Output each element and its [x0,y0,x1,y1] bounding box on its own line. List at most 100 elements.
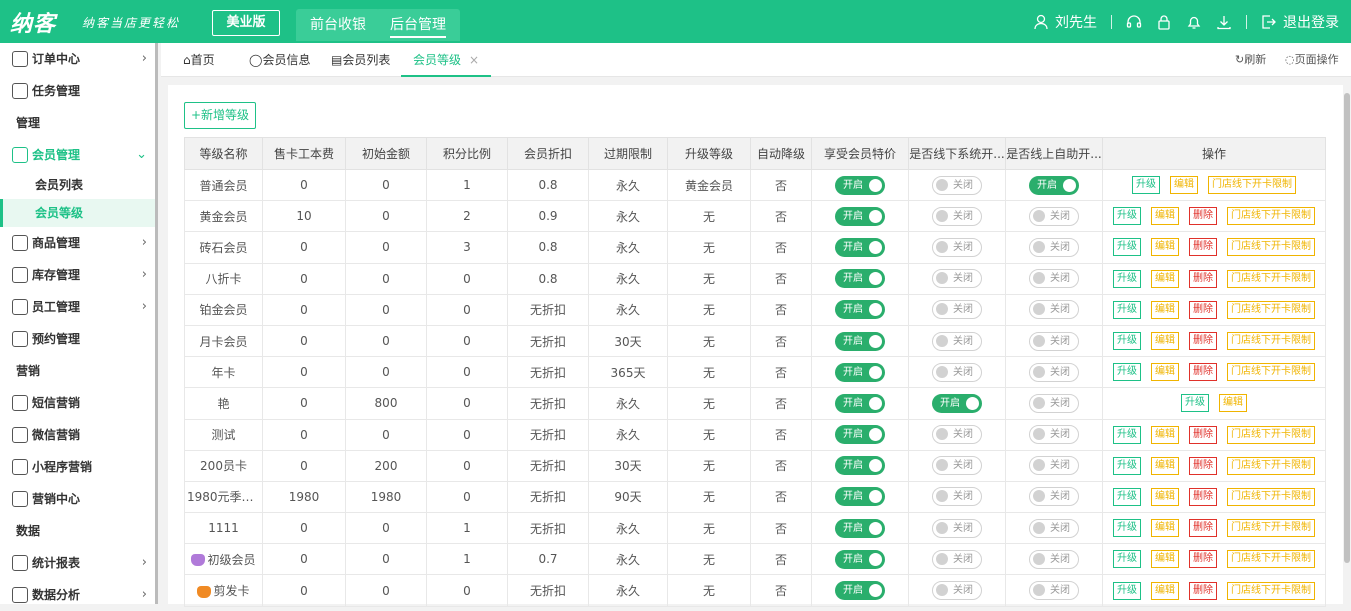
delete-button[interactable]: 删除 [1189,207,1217,226]
bell-icon[interactable] [1186,14,1202,30]
headset-icon[interactable] [1126,14,1142,30]
edit-button[interactable]: 编辑 [1219,394,1247,413]
card-limit-button[interactable]: 门店线下开卡限制 [1227,332,1315,351]
toggle-switch[interactable]: 开启 [1029,175,1079,195]
toggle-switch[interactable]: 开启 [835,581,885,601]
edit-button[interactable]: 编辑 [1151,487,1179,506]
card-limit-button[interactable]: 门店线下开卡限制 [1227,238,1315,257]
edit-button[interactable]: 编辑 [1151,207,1179,226]
toggle-switch[interactable]: 开启 [835,362,885,382]
card-limit-button[interactable]: 门店线下开卡限制 [1227,581,1315,600]
toggle-switch[interactable]: 关闭 [932,581,982,601]
card-limit-button[interactable]: 门店线下开卡限制 [1227,519,1315,538]
toggle-switch[interactable]: 关闭 [1029,331,1079,351]
edit-button[interactable]: 编辑 [1151,456,1179,475]
sidebar-item[interactable]: 库存管理 › [0,259,155,291]
toggle-switch[interactable]: 关闭 [932,300,982,320]
add-level-button[interactable]: +新增等级 [184,102,256,129]
upgrade-button[interactable]: 升级 [1113,487,1141,506]
card-limit-button[interactable]: 门店线下开卡限制 [1227,456,1315,475]
sidebar-item[interactable]: 短信营销 [0,387,155,419]
upgrade-button[interactable]: 升级 [1113,519,1141,538]
toggle-switch[interactable]: 关闭 [932,362,982,382]
lock-icon[interactable] [1156,14,1172,30]
card-limit-button[interactable]: 门店线下开卡限制 [1227,487,1315,506]
toggle-switch[interactable]: 关闭 [932,456,982,476]
page-ops-button[interactable]: ◌页面操作 [1285,43,1339,77]
card-limit-button[interactable]: 门店线下开卡限制 [1227,300,1315,319]
toggle-switch[interactable]: 开启 [835,300,885,320]
upgrade-button[interactable]: 升级 [1181,394,1209,413]
toggle-switch[interactable]: 开启 [835,175,885,195]
delete-button[interactable]: 删除 [1189,456,1217,475]
sidebar-item[interactable]: 会员管理 ⌄ [0,139,155,171]
delete-button[interactable]: 删除 [1189,269,1217,288]
logout-button[interactable]: 退出登录 [1261,12,1339,32]
toggle-switch[interactable]: 关闭 [932,487,982,507]
toggle-switch[interactable]: 开启 [835,518,885,538]
toggle-switch[interactable]: 关闭 [1029,425,1079,445]
sidebar-item[interactable]: 数据分析 › [0,579,155,611]
toggle-switch[interactable]: 开启 [835,456,885,476]
sidebar-item[interactable]: 商品管理 › [0,227,155,259]
upgrade-button[interactable]: 升级 [1113,363,1141,382]
edit-button[interactable]: 编辑 [1151,238,1179,257]
card-limit-button[interactable]: 门店线下开卡限制 [1227,269,1315,288]
sidebar-item[interactable]: 预约管理 [0,323,155,355]
delete-button[interactable]: 删除 [1189,550,1217,569]
edit-button[interactable]: 编辑 [1151,425,1179,444]
toggle-switch[interactable]: 开启 [835,206,885,226]
delete-button[interactable]: 删除 [1189,425,1217,444]
toggle-switch[interactable]: 关闭 [1029,487,1079,507]
sidebar-item[interactable]: 统计报表 › [0,547,155,579]
download-icon[interactable] [1216,14,1232,30]
upgrade-button[interactable]: 升级 [1132,176,1160,195]
edit-button[interactable]: 编辑 [1151,300,1179,319]
upgrade-button[interactable]: 升级 [1113,332,1141,351]
delete-button[interactable]: 删除 [1189,332,1217,351]
sidebar-item[interactable]: 小程序营销 [0,451,155,483]
user-menu[interactable]: 刘先生 [1033,12,1097,32]
edit-button[interactable]: 编辑 [1151,363,1179,382]
toggle-switch[interactable]: 关闭 [932,518,982,538]
upgrade-button[interactable]: 升级 [1113,425,1141,444]
toggle-switch[interactable]: 关闭 [932,175,982,195]
toggle-switch[interactable]: 关闭 [1029,549,1079,569]
toggle-switch[interactable]: 开启 [835,269,885,289]
card-limit-button[interactable]: 门店线下开卡限制 [1227,425,1315,444]
toggle-switch[interactable]: 关闭 [932,331,982,351]
sidebar-subitem[interactable]: 会员等级 [0,199,155,227]
vertical-scrollbar[interactable] [1343,85,1351,604]
upgrade-button[interactable]: 升级 [1113,207,1141,226]
toggle-switch[interactable]: 开启 [835,237,885,257]
card-limit-button[interactable]: 门店线下开卡限制 [1227,550,1315,569]
toggle-switch[interactable]: 开启 [932,393,982,413]
toggle-switch[interactable]: 关闭 [932,206,982,226]
refresh-button[interactable]: ↻刷新 [1235,43,1266,77]
delete-button[interactable]: 删除 [1189,487,1217,506]
toggle-switch[interactable]: 关闭 [932,269,982,289]
edit-button[interactable]: 编辑 [1151,519,1179,538]
toggle-switch[interactable]: 开启 [835,487,885,507]
nav-front-cashier[interactable]: 前台收银 [296,9,380,41]
toggle-switch[interactable]: 关闭 [932,549,982,569]
edit-button[interactable]: 编辑 [1151,269,1179,288]
edit-button[interactable]: 编辑 [1170,176,1198,195]
scrollbar-thumb[interactable] [1344,93,1350,563]
sidebar-item[interactable]: 员工管理 › [0,291,155,323]
toggle-switch[interactable]: 关闭 [1029,456,1079,476]
tab-home[interactable]: ⌂首页 [183,43,215,77]
toggle-switch[interactable]: 开启 [835,331,885,351]
toggle-switch[interactable]: 关闭 [1029,393,1079,413]
upgrade-button[interactable]: 升级 [1113,269,1141,288]
toggle-switch[interactable]: 关闭 [1029,518,1079,538]
toggle-switch[interactable]: 关闭 [1029,362,1079,382]
delete-button[interactable]: 删除 [1189,300,1217,319]
edit-button[interactable]: 编辑 [1151,581,1179,600]
delete-button[interactable]: 删除 [1189,519,1217,538]
toggle-switch[interactable]: 关闭 [1029,581,1079,601]
sidebar-subitem[interactable]: 会员列表 [0,171,155,199]
tab-member-list[interactable]: ▤会员列表 [331,43,390,77]
sidebar-item[interactable]: 订单中心 › [0,43,155,75]
edition-badge[interactable]: 美业版 [212,10,280,36]
